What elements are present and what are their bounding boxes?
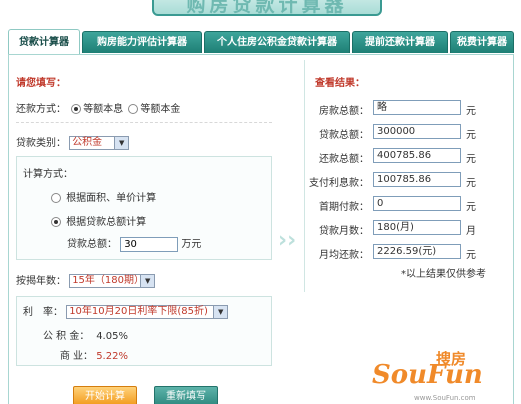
radio-calc-by-area[interactable] — [51, 192, 61, 203]
loan-type-value: 公积金 — [72, 137, 103, 148]
equal-principal-label: 等额本金 — [140, 104, 181, 115]
result-label: 贷款总额： — [319, 130, 369, 141]
banner-title: 购房贷款计算器 — [186, 0, 348, 16]
result-panel: 查看结果： 房款总额： 略 元 贷款总额： 300000 元 还款总额： 400… — [304, 60, 504, 292]
result-label: 首期付款： — [319, 202, 369, 213]
repay-method-label: 还款方式： — [16, 104, 66, 115]
result-label: 月均还款： — [319, 250, 369, 261]
result-unit: 月 — [466, 226, 476, 237]
loan-type-row: 贷款类别： 公积金 ▼ — [16, 134, 272, 150]
interest-field[interactable]: 100785.86 — [373, 172, 461, 187]
calc-by-area-label: 根据面积、单价计算 — [66, 193, 157, 204]
start-calculation-button[interactable]: 开始计算 — [73, 386, 137, 404]
fund-rate-value: 4.05% — [96, 331, 128, 342]
result-heading: 查看结果： — [315, 78, 365, 89]
fund-rate-row: 公 积 金： 4.05% — [43, 327, 299, 342]
loan-total-label: 贷款总额： — [67, 239, 117, 250]
loan-type-select[interactable]: 公积金 ▼ — [69, 136, 130, 150]
tab-housing-fund-calculator[interactable]: 个人住房公积金贷款计算器 — [204, 31, 350, 53]
loan-months-field[interactable]: 180(月) — [373, 220, 461, 235]
rate-value: 10年10月20日利率下限(85折) — [69, 306, 208, 317]
reset-form-button[interactable]: 重新填写 — [154, 386, 218, 404]
rate-select[interactable]: 10年10月20日利率下限(85折) ▼ — [66, 305, 229, 319]
radio-calc-by-total[interactable] — [51, 216, 61, 227]
biz-rate-row: 商 业： 5.22% — [43, 347, 299, 362]
result-row: 月均还款： 2226.59(元) 元 — [305, 244, 505, 261]
watermark-brand: SouFun — [372, 360, 483, 390]
chevron-down-icon: ▼ — [213, 306, 228, 318]
result-label: 支付利息款： — [309, 178, 369, 189]
result-row: 还款总额： 400785.86 元 — [305, 148, 505, 165]
calc-method-label: 计算方式： — [23, 169, 73, 180]
form-heading: 请您填写： — [16, 78, 66, 89]
result-row: 贷款总额： 300000 元 — [305, 124, 505, 141]
divider — [16, 122, 272, 123]
years-value: 15年（180期） — [72, 275, 144, 286]
fund-rate-label: 公 积 金： — [43, 331, 90, 342]
calc-by-area-row: 根据面积、单价计算 — [49, 189, 305, 204]
years-row: 按揭年数： 15年（180期） ▼ — [16, 272, 272, 288]
loan-total-unit: 万元 — [181, 239, 202, 250]
tab-loan-calculator[interactable]: 贷款计算器 — [8, 29, 80, 55]
result-unit: 元 — [466, 130, 476, 141]
monthly-payment-field[interactable]: 2226.59(元) — [373, 244, 461, 259]
chevron-down-icon: ▼ — [114, 137, 129, 149]
tab-tax-calculator[interactable]: 税费计算器 — [450, 31, 514, 53]
radio-equal-installment[interactable] — [71, 103, 82, 114]
loan-type-label: 贷款类别： — [16, 138, 66, 149]
rate-label: 利 率： — [23, 307, 63, 318]
equal-installment-label: 等额本息 — [83, 104, 124, 115]
calc-method-box: 计算方式： 根据面积、单价计算 根据贷款总额计算 贷款总额： 30 万元 — [16, 156, 272, 260]
chevron-down-icon: ▼ — [140, 275, 155, 287]
result-label: 还款总额： — [319, 154, 369, 165]
chevron-right-icon: ›› — [278, 228, 297, 253]
years-select[interactable]: 15年（180期） ▼ — [69, 274, 156, 288]
tab-prepayment-calculator[interactable]: 提前还款计算器 — [352, 31, 448, 53]
house-total-field[interactable]: 略 — [373, 100, 461, 115]
result-unit: 元 — [466, 202, 476, 213]
result-label: 房款总额： — [319, 106, 369, 117]
result-row: 房款总额： 略 元 — [305, 100, 505, 117]
biz-rate-value: 5.22% — [96, 351, 128, 362]
result-unit: 元 — [466, 154, 476, 165]
calculator-tabs: 贷款计算器 购房能力评估计算器 个人住房公积金贷款计算器 提前还款计算器 税费计… — [8, 29, 514, 55]
down-payment-field[interactable]: 0 — [373, 196, 461, 211]
result-label: 贷款月数： — [319, 226, 369, 237]
calc-by-total-row: 根据贷款总额计算 — [49, 213, 305, 228]
result-note: *以上结果仅供参考 — [401, 269, 486, 280]
result-row: 首期付款： 0 元 — [305, 196, 505, 213]
calc-by-total-label: 根据贷款总额计算 — [66, 217, 147, 228]
tab-affordability-calculator[interactable]: 购房能力评估计算器 — [82, 31, 202, 53]
repay-method-row: 还款方式： 等额本息 等额本金 — [16, 100, 272, 115]
soufun-watermark: 搜房 SouFun www.SouFun.com — [372, 348, 512, 404]
rate-row: 利 率： 10年10月20日利率下限(85折) ▼ — [23, 303, 279, 319]
result-unit: 元 — [466, 106, 476, 117]
biz-rate-label: 商 业： — [59, 351, 93, 362]
rate-box: 利 率： 10年10月20日利率下限(85折) ▼ 公 积 金： 4.05% 商… — [16, 296, 272, 366]
result-row: 贷款月数： 180(月) 月 — [305, 220, 505, 237]
repay-total-field[interactable]: 400785.86 — [373, 148, 461, 163]
years-label: 按揭年数： — [16, 276, 66, 287]
calculator-banner: 购房贷款计算器 — [152, 0, 382, 16]
loan-total-field[interactable]: 300000 — [373, 124, 461, 139]
loan-total-input[interactable]: 30 — [120, 236, 179, 252]
watermark-url: www.SouFun.com — [414, 394, 476, 402]
radio-equal-principal[interactable] — [128, 103, 139, 114]
result-row: 支付利息款： 100785.86 元 — [305, 172, 505, 189]
result-unit: 元 — [466, 250, 476, 261]
result-unit: 元 — [466, 178, 476, 189]
